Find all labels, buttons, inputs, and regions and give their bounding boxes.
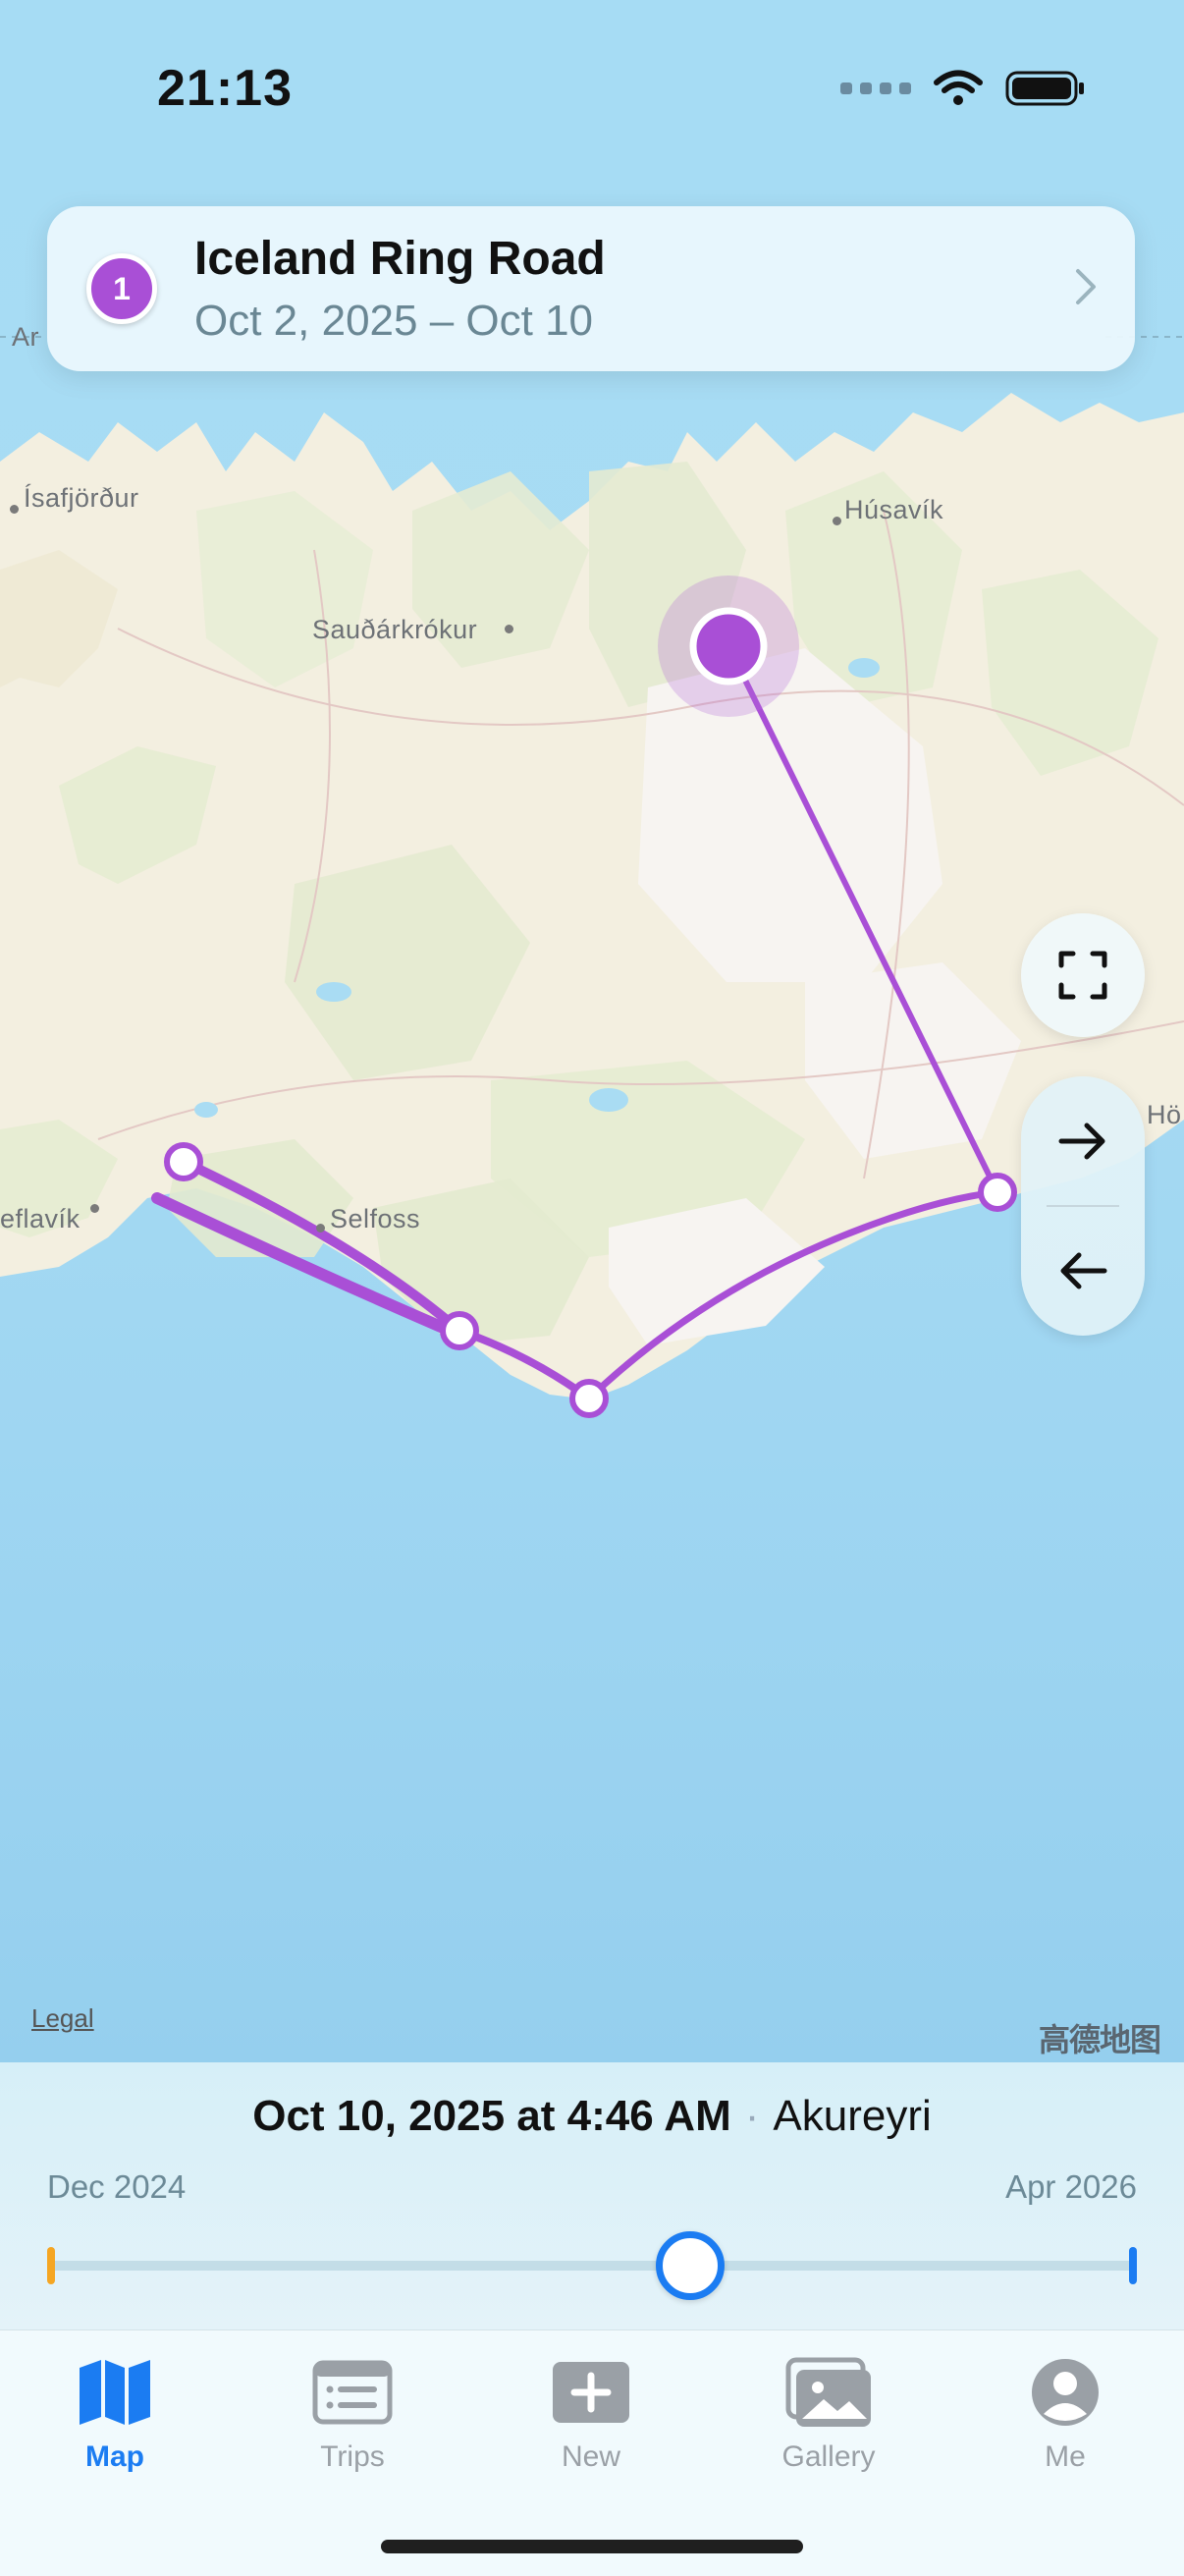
fit-bounds-icon xyxy=(1058,951,1107,1000)
timeline-range-start: Dec 2024 xyxy=(47,2168,187,2205)
timeline-range-end: Apr 2026 xyxy=(1005,2168,1137,2205)
arrow-right-icon xyxy=(1058,1123,1105,1160)
city-dot xyxy=(316,1224,325,1233)
status-icons xyxy=(840,69,1086,108)
profile-icon xyxy=(1032,2359,1099,2426)
status-time: 21:13 xyxy=(157,60,293,117)
city-dot xyxy=(10,505,19,514)
trip-title: Iceland Ring Road xyxy=(194,233,606,285)
timeline-slider-thumb[interactable] xyxy=(655,2231,725,2300)
tab-me[interactable]: Me xyxy=(967,2352,1163,2474)
photo-gallery-icon xyxy=(785,2357,871,2427)
wifi-icon xyxy=(934,70,983,105)
tab-map[interactable]: Map xyxy=(17,2352,213,2474)
status-bar: 21:13 xyxy=(0,0,1184,187)
trip-dates: Oct 2, 2025 – Oct 10 xyxy=(194,297,594,345)
tab-gallery[interactable]: Gallery xyxy=(730,2352,927,2474)
tab-trips-label: Trips xyxy=(320,2440,385,2473)
stop-navigation-control xyxy=(1021,1076,1145,1336)
separator-dot: · xyxy=(744,2092,760,2140)
tab-gallery-label: Gallery xyxy=(781,2440,876,2473)
stop-marker[interactable] xyxy=(569,1379,609,1418)
timeline-current-date-row: Oct 10, 2025 at 4:46 AM · Akureyri xyxy=(0,2092,1184,2141)
current-location-marker[interactable] xyxy=(689,607,768,685)
next-stop-button[interactable] xyxy=(1021,1076,1145,1206)
tab-me-label: Me xyxy=(1045,2440,1086,2473)
home-indicator xyxy=(381,2540,803,2553)
timeline-end-marker xyxy=(1129,2247,1137,2284)
previous-stop-button[interactable] xyxy=(1021,1206,1145,1336)
map-label-hofn: Hö xyxy=(1147,1100,1182,1129)
stop-marker[interactable] xyxy=(164,1142,203,1181)
list-icon xyxy=(312,2360,393,2425)
trip-number-badge: 1 xyxy=(86,253,157,324)
signal-icon xyxy=(840,82,911,94)
add-icon xyxy=(553,2362,629,2423)
map-label-keflavik: eflavík xyxy=(0,1204,81,1233)
tab-new[interactable]: New xyxy=(493,2352,689,2474)
map-label-saudarkrokur: Sauðárkrókur xyxy=(312,615,478,644)
timeline-panel: Oct 10, 2025 at 4:46 AM · Akureyri Dec 202… xyxy=(0,2062,1184,2329)
city-dot xyxy=(833,517,841,525)
map-label-selfoss: Selfoss xyxy=(330,1204,421,1233)
timeline-current-place: Akureyri xyxy=(773,2092,932,2140)
city-dot xyxy=(505,625,513,633)
map-icon xyxy=(80,2360,150,2425)
timeline-start-marker xyxy=(47,2247,55,2284)
map-label-husavik: Húsavík xyxy=(844,495,944,524)
map-label-isafjordur: Ísafjörður xyxy=(24,483,139,513)
map-provider-watermark: 高德地图 xyxy=(1039,2022,1161,2057)
fit-route-button[interactable] xyxy=(1021,913,1145,1037)
chevron-right-icon xyxy=(1076,269,1096,304)
city-dot xyxy=(90,1204,99,1213)
timeline-current-date: Oct 10, 2025 at 4:46 AM xyxy=(252,2092,731,2140)
legal-link[interactable]: Legal xyxy=(31,2003,94,2034)
stop-marker[interactable] xyxy=(978,1173,1017,1212)
tab-map-label: Map xyxy=(85,2440,144,2473)
tab-new-label: New xyxy=(561,2440,620,2473)
stop-marker[interactable] xyxy=(440,1311,479,1350)
arrow-left-icon xyxy=(1060,1252,1107,1289)
timeline-track[interactable] xyxy=(49,2261,1135,2271)
battery-icon xyxy=(1005,71,1084,106)
trip-card[interactable]: 1 Iceland Ring Road Oct 2, 2025 – Oct 10 xyxy=(47,206,1135,371)
tab-trips[interactable]: Trips xyxy=(254,2352,451,2474)
map-label-arctic: Ar xyxy=(12,322,39,352)
